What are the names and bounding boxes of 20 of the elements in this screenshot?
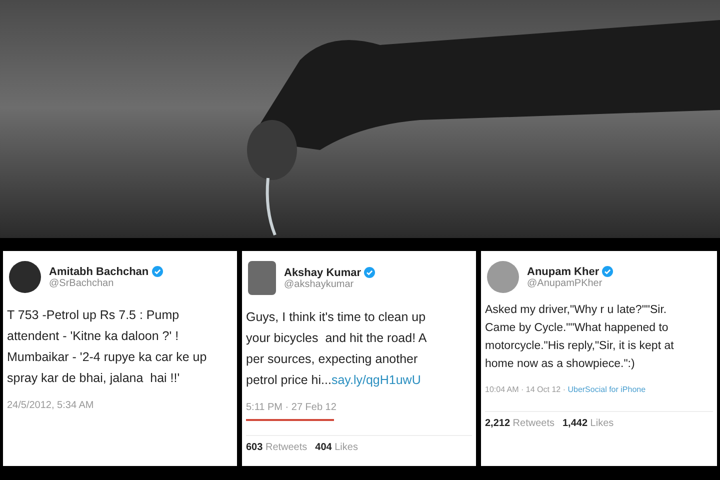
user-name: Anupam Kher [527,266,600,278]
link[interactable]: say.ly/qgH1uwU [331,373,421,387]
user-name: Amitabh Bachchan [49,266,149,278]
retweet-count: 2,212 Retweets [485,418,554,429]
tweet-text: Asked my driver,"Why r u late?""Sir. Came by Cycle.""What happened to motorcycle."His reply,"Sir, it is kept at home now as a showpiece.":) [485,303,675,372]
avatar [9,261,41,293]
user-handle: @AnupamPKher [527,278,604,288]
timestamp: 5:11 PM · 27 Feb 12 [246,402,336,413]
like-count: 1,442 Likes [562,418,614,429]
avatar [487,261,519,293]
tweet-text: Guys, I think it's time to clean up your bicycles and hit the road! A per sources, expecting another petrol price hi...say.ly/qgH1uwU [246,309,428,389]
user-handle: @akshaykumar [284,278,355,290]
user-handle: @SrBachchan [49,278,115,288]
user-name: Akshay Kumar [284,266,362,278]
timestamp: 10:04 AM · 14 Oct 12 · UberSocial for iPhone [485,385,646,394]
timestamp: 24/5/2012, 5:34 AM [7,400,94,411]
like-count: 404 Likes [315,442,358,453]
avatar [248,261,276,295]
retweet-count: 603 Retweets [246,442,308,453]
tweet-text: T 753 -Petrol up Rs 7.5 : Pump attendent - 'Kitne ka daloon ?' ! Mumbaikar - '2-4 rupye ka car ke up spray kar de bhai, jalana hai !!' [7,307,208,387]
